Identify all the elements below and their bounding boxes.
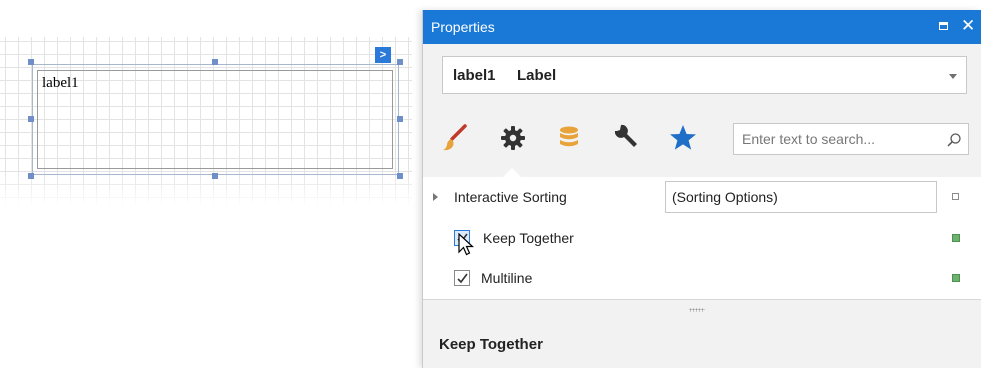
maximize-icon[interactable] (939, 22, 948, 30)
resize-handle-bottom-right[interactable] (397, 173, 403, 179)
label1-control[interactable]: label1 (37, 70, 393, 169)
smart-tag-button[interactable]: > (375, 47, 391, 63)
tab-design[interactable] (609, 122, 641, 154)
grip-icon[interactable] (689, 308, 705, 312)
selected-tab-indicator (503, 168, 521, 177)
mouse-cursor-icon (458, 233, 475, 256)
resize-handle-bottom-middle[interactable] (212, 173, 218, 179)
sorting-options-value[interactable]: (Sorting Options) (665, 181, 937, 213)
resize-handle-middle-right[interactable] (397, 116, 403, 122)
resize-handle-top-middle[interactable] (212, 59, 218, 65)
chevron-right-icon: > (379, 48, 387, 61)
property-grid: Interactive Sorting (Sorting Options) Ke… (423, 177, 981, 299)
tab-behavior[interactable] (497, 122, 529, 154)
resize-handle-top-right[interactable] (397, 59, 403, 65)
label1-text: label1 (42, 75, 79, 91)
default-value-marker[interactable] (952, 193, 959, 200)
expand-arrow-icon[interactable] (433, 193, 438, 201)
modified-value-marker[interactable] (952, 234, 960, 242)
resize-handle-middle-left[interactable] (28, 116, 34, 122)
property-name: Keep Together (483, 230, 574, 246)
resize-handle-top-left[interactable] (28, 59, 34, 65)
modified-value-marker[interactable] (952, 274, 960, 282)
property-row-interactive-sorting[interactable]: Interactive Sorting (Sorting Options) (423, 177, 981, 217)
properties-panel: Properties ✕ label1 Label Enter text to … (423, 10, 981, 368)
wrench-icon (614, 124, 637, 147)
database-icon (560, 126, 578, 147)
brush-icon (443, 124, 467, 151)
gear-icon (501, 126, 525, 150)
property-row-multiline[interactable]: Multiline (423, 258, 981, 298)
star-icon (670, 125, 696, 150)
property-name: Multiline (481, 270, 533, 286)
object-selector-dropdown[interactable]: label1 Label (442, 56, 967, 94)
description-splitter[interactable] (423, 299, 981, 321)
selected-object-name: label1 (453, 67, 496, 84)
tab-appearance[interactable] (439, 122, 471, 154)
search-input[interactable] (734, 124, 940, 154)
multiline-checkbox[interactable] (454, 270, 470, 286)
resize-handle-bottom-left[interactable] (28, 173, 34, 179)
selected-object-type: Label (517, 67, 557, 84)
property-value: (Sorting Options) (672, 189, 778, 205)
panel-title: Properties (431, 19, 495, 35)
property-row-keep-together[interactable]: Keep Together (423, 218, 981, 258)
property-search-box[interactable] (733, 123, 969, 155)
checkmark-icon (457, 273, 468, 284)
description-title: Keep Together (439, 336, 543, 353)
search-icon[interactable] (946, 132, 962, 148)
close-icon[interactable]: ✕ (961, 16, 975, 36)
property-name: Interactive Sorting (454, 189, 567, 205)
chevron-down-icon (949, 74, 957, 79)
properties-title-bar[interactable]: Properties ✕ (423, 10, 981, 44)
tab-favorites[interactable] (667, 122, 699, 154)
tab-data[interactable] (553, 122, 585, 154)
